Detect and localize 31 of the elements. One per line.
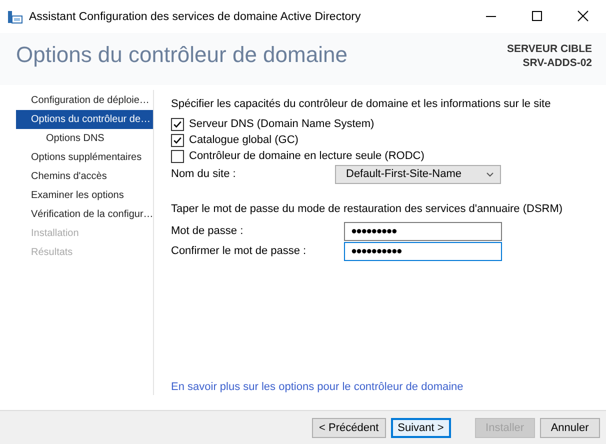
app-icon <box>7 10 23 24</box>
field-label: Confirmer le mot de passe : <box>171 245 308 257</box>
field-label: Mot de passe : <box>171 225 244 237</box>
password-field[interactable]: ●●●●●●●●●● <box>344 242 502 260</box>
field-label: Nom du site : <box>171 168 237 180</box>
back-button[interactable]: < Précédent <box>312 418 386 438</box>
sidebar-item[interactable]: Options du contrôleur de… <box>16 110 153 129</box>
checkbox-label: Catalogue global (GC) <box>189 134 298 146</box>
caret-icon <box>486 172 494 176</box>
checkbox-label: Serveur DNS (Domain Name System) <box>189 118 374 130</box>
checkbox[interactable] <box>171 118 184 130</box>
sidebar-item[interactable]: Options DNS <box>16 129 153 148</box>
section-heading: Spécifier les capacités du contrôleur de domaine et les informations sur le site <box>171 98 552 112</box>
sidebar-item[interactable]: Chemins d'accès <box>16 167 153 186</box>
sidebar-item[interactable]: Configuration de déploie… <box>16 91 153 110</box>
window-title: Assistant Configuration des services de domaine Active Directory <box>29 10 362 22</box>
cancel-button[interactable]: Annuler <box>540 418 600 438</box>
checkbox[interactable] <box>171 134 184 146</box>
section-heading: Taper le mot de passe du mode de restauration des services d'annuaire (DSRM) <box>171 203 564 217</box>
help-link[interactable]: En savoir plus sur les options pour le contrôleur de domaine <box>171 381 464 393</box>
target-server-name: SRV-ADDS-02 <box>522 56 592 70</box>
page-title: Options du contrôleur de domaine <box>16 42 348 68</box>
checkbox-label: Contrôleur de domaine en lecture seule (RODC) <box>189 150 424 162</box>
target-server-label: SERVEUR CIBLE <box>507 42 592 56</box>
password-field[interactable]: ●●●●●●●●● <box>344 222 502 240</box>
sidebar-item[interactable]: Examiner les options <box>16 186 153 205</box>
checkbox[interactable] <box>171 150 184 162</box>
sidebar-item[interactable]: Options supplémentaires <box>16 148 153 167</box>
site-dropdown[interactable]: Default-First-Site-Name <box>335 164 501 184</box>
next-button[interactable]: Suivant > <box>390 418 451 438</box>
sidebar-item[interactable]: Vérification de la configur… <box>16 205 153 224</box>
